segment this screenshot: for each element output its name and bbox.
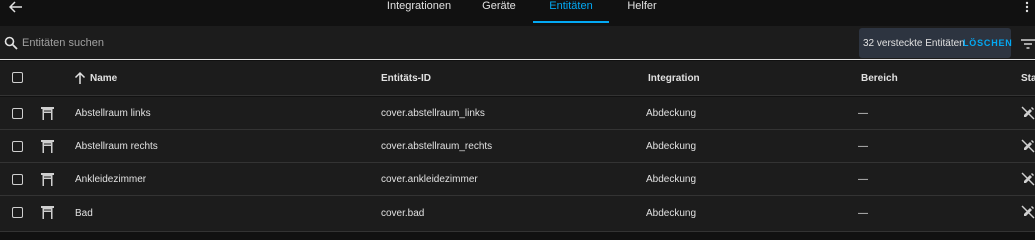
row-entity-id: cover.abstellraum_rechts (381, 140, 493, 152)
column-header-name[interactable]: Name (90, 61, 117, 95)
row-name: Abstellraum links (75, 107, 151, 119)
search-bar: 32 versteckte Entitäten LÖSCHEN (0, 26, 1035, 60)
filter-icon[interactable] (1021, 39, 1035, 49)
clear-filter-button[interactable]: LÖSCHEN (963, 38, 1013, 48)
arrow-left-icon (9, 1, 22, 13)
row-name: Ankleidezimmer (75, 173, 147, 185)
row-checkbox[interactable] (12, 108, 23, 119)
column-header-area[interactable]: Bereich (861, 61, 898, 95)
row-integration: Abdeckung (646, 173, 697, 185)
pencil-off-icon (1021, 106, 1035, 120)
pencil-off-icon (1021, 139, 1035, 153)
arrow-up-icon[interactable] (74, 71, 86, 85)
row-name: Bad (75, 208, 93, 219)
dots-vertical-icon (1025, 1, 1029, 13)
row-checkbox[interactable] (12, 207, 23, 218)
row-checkbox[interactable] (12, 141, 23, 152)
table-row[interactable]: Abstellraum links cover.abstellraum_link… (0, 97, 1035, 130)
row-integration: Abdeckung (646, 208, 697, 219)
row-integration: Abdeckung (646, 140, 697, 152)
column-header-integration[interactable]: Integration (648, 61, 700, 95)
row-checkbox[interactable] (12, 174, 23, 185)
tab-integrations[interactable]: Integrationen (366, 0, 472, 24)
select-all-checkbox[interactable] (12, 72, 23, 83)
overflow-menu-button[interactable] (1025, 0, 1033, 14)
window-shutter-icon (41, 140, 54, 153)
tab-devices[interactable]: Geräte (472, 0, 526, 24)
row-integration: Abdeckung (646, 107, 697, 119)
pencil-off-icon (1021, 205, 1035, 219)
table-row[interactable]: Ankleidezimmer cover.ankleidezimmer Abde… (0, 163, 1035, 196)
row-area: — (858, 173, 868, 185)
pencil-off-icon (1021, 172, 1035, 186)
window-shutter-icon (41, 173, 54, 186)
top-tab-bar: Integrationen Geräte Entitäten Helfer (0, 0, 1035, 24)
row-area: — (858, 107, 868, 119)
row-area: — (858, 140, 868, 152)
row-area: — (858, 208, 868, 219)
tab-helpers[interactable]: Helfer (616, 0, 668, 24)
row-name: Abstellraum rechts (75, 140, 158, 152)
hidden-entities-chip: 32 versteckte Entitäten LÖSCHEN (859, 28, 1013, 58)
row-entity-id: cover.abstellraum_links (381, 107, 485, 119)
column-header-entity-id[interactable]: Entitäts-ID (381, 61, 431, 95)
table-row[interactable]: Abstellraum rechts cover.abstellraum_rec… (0, 130, 1035, 163)
active-tab-indicator (533, 21, 609, 23)
row-entity-id: cover.ankleidezimmer (381, 173, 478, 185)
window-shutter-icon (41, 107, 54, 120)
column-header-status[interactable]: Status (1021, 61, 1035, 95)
magnify-icon (4, 36, 18, 50)
hidden-entities-count: 32 versteckte Entitäten (863, 38, 965, 49)
back-button[interactable] (6, 0, 26, 14)
table-row[interactable]: Bad cover.bad Abdeckung — (0, 196, 1035, 232)
search-input[interactable] (22, 34, 422, 52)
window-shutter-icon (41, 206, 54, 219)
row-entity-id: cover.bad (381, 208, 425, 219)
table-header: Name Entitäts-ID Integration Bereich Sta… (0, 61, 1035, 96)
